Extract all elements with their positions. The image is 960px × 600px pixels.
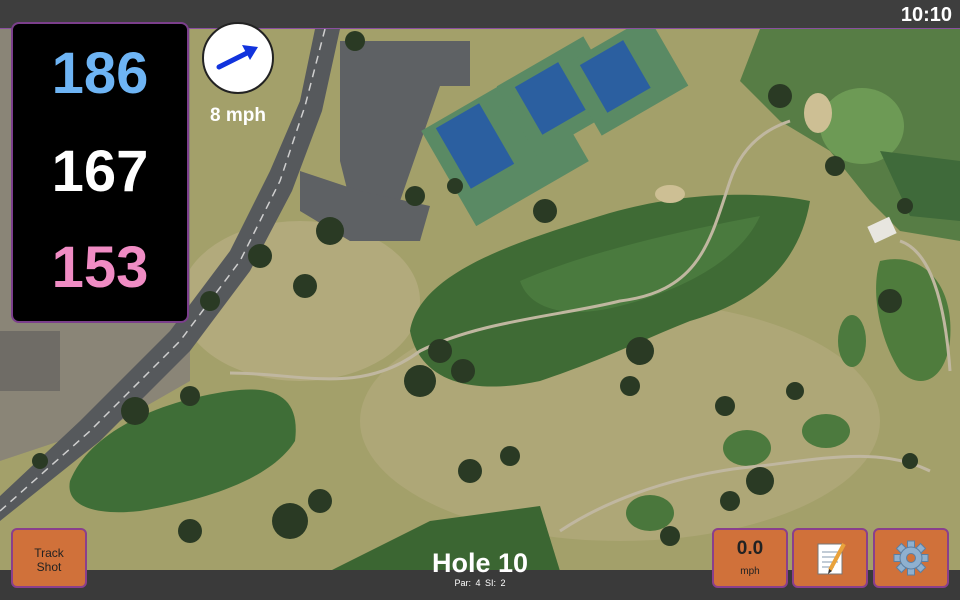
wind-speed: 8 mph	[210, 105, 266, 126]
gear-icon	[893, 540, 929, 576]
speed-button[interactable]: 0.0 mph	[712, 528, 788, 588]
wind-arrow-icon	[216, 45, 258, 70]
scorecard-button[interactable]	[792, 528, 868, 588]
middle-distance: 167	[51, 139, 149, 204]
wind-indicator	[202, 22, 274, 94]
speed-value: 0.0	[736, 538, 764, 559]
track-shot-label-2: Shot	[36, 560, 62, 574]
track-shot-label-1: Track	[34, 546, 64, 560]
front-distance: 153	[51, 235, 149, 300]
back-distance: 186	[51, 41, 149, 106]
clock: 10:10	[900, 4, 952, 26]
track-shot-button[interactable]: Track Shot	[11, 528, 87, 588]
scorecard-icon	[817, 543, 846, 575]
settings-button[interactable]	[873, 528, 949, 588]
distance-panel: 186 167 153	[11, 22, 189, 323]
hole-par: Par: 4	[454, 578, 481, 588]
hole-title: Hole 10	[431, 548, 529, 578]
hole-details: Par: 4 SI: 2	[400, 578, 560, 588]
hole-si: SI: 2	[485, 578, 506, 588]
speed-unit: mph	[740, 566, 760, 577]
